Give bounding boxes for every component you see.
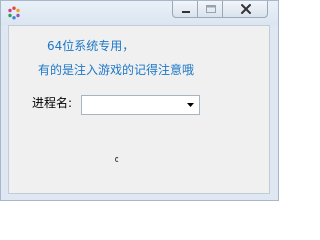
process-name-label: 进程名:: [32, 96, 73, 110]
maximize-icon: [206, 5, 216, 13]
client-area: 64位系统专用， 有的是注入游戏的记得注意哦 进程名:: [8, 25, 270, 194]
app-icon: [8, 6, 20, 20]
title-bar[interactable]: [1, 1, 278, 25]
app-window: 64位系统专用， 有的是注入游戏的记得注意哦 进程名:: [0, 0, 279, 201]
minimize-button[interactable]: [172, 1, 198, 18]
note-line-1: 64位系统专用，: [47, 39, 135, 53]
chevron-down-icon[interactable]: [187, 103, 194, 107]
note-line-2: 有的是注入游戏的记得注意哦: [38, 63, 195, 77]
close-button[interactable]: [222, 1, 268, 18]
decorative-mark: [115, 157, 119, 162]
close-icon: [241, 4, 251, 14]
minimize-icon: [182, 11, 190, 13]
process-name-dropdown[interactable]: [81, 95, 200, 115]
maximize-button[interactable]: [197, 1, 223, 18]
